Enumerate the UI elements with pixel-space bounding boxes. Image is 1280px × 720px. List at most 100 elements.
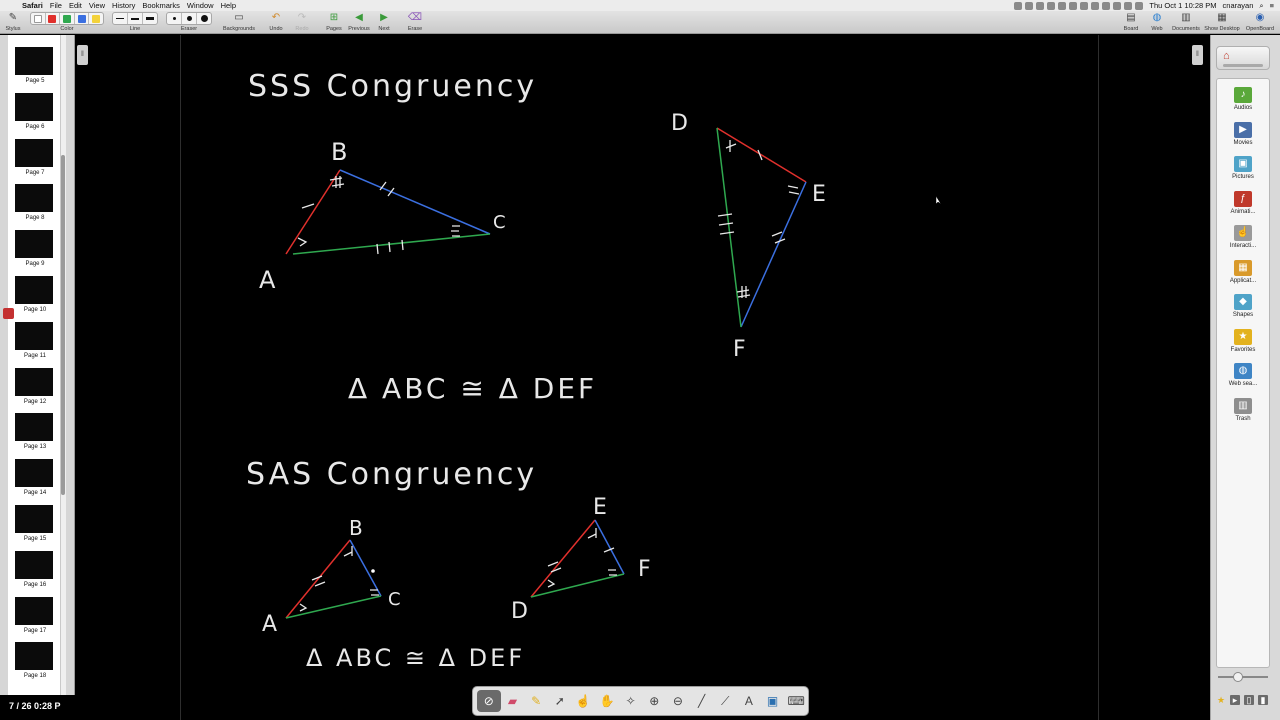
side-ef xyxy=(594,519,625,575)
flash-icon: ƒ xyxy=(1234,190,1252,207)
tick-marks xyxy=(299,546,379,612)
line-tool[interactable]: ╱ xyxy=(690,690,714,712)
pen-tool[interactable]: ⊘ xyxy=(477,690,501,712)
library-breadcrumb-bar xyxy=(1223,64,1263,67)
library-bottom-bar: ★ ▸ ▯ ▮ xyxy=(1216,692,1274,708)
zoom-in-tool[interactable]: ⊕ xyxy=(642,690,666,712)
eraser-tool[interactable]: ▰ xyxy=(501,690,525,712)
mouse-cursor-icon xyxy=(935,195,942,205)
stylus-palette: ⊘ ▰ ✎ ➚ ☝ ✋ ✧ ⊕ ⊖ ╱ ⟋ A ▣ ⌨ xyxy=(472,686,809,716)
library-item-label: Audios xyxy=(1233,105,1253,111)
tick-marks xyxy=(297,176,460,255)
angle-c-mark xyxy=(451,225,460,237)
interactor-tool[interactable]: ☝ xyxy=(572,690,596,712)
sas-triangle-def: E F D xyxy=(511,495,651,624)
angle-a-mark xyxy=(297,237,308,247)
sas-congruence-statement: Δ ABC ≅ Δ DEF xyxy=(306,644,525,672)
audio-icon: ♪ xyxy=(1234,87,1252,103)
library-item-hand[interactable]: ☝ Interacti... xyxy=(1217,225,1269,249)
angle-b-mark xyxy=(343,546,353,557)
zoom-out-icon: ⊖ xyxy=(672,694,683,708)
side-de xyxy=(530,519,596,598)
library-item-picture[interactable]: ▣ Pictures xyxy=(1217,156,1269,180)
side-bc xyxy=(349,539,382,597)
selector-tool[interactable]: ➚ xyxy=(548,690,572,712)
straight-line-tool[interactable]: ⟋ xyxy=(713,690,737,712)
side-df xyxy=(716,127,742,328)
slider-knob[interactable] xyxy=(1233,672,1243,682)
zoom-in-icon: ⊕ xyxy=(649,694,660,708)
picture-icon: ▣ xyxy=(1234,156,1252,172)
keyboard-tool[interactable]: ⌨ xyxy=(784,690,808,712)
sas-title: SAS Congruency xyxy=(246,457,537,492)
hand-tool[interactable]: ✋ xyxy=(595,690,619,712)
delete-item-icon[interactable]: ▮ xyxy=(1258,695,1268,705)
library-item-label: Applicat... xyxy=(1229,277,1257,284)
vertex-label-a: A xyxy=(262,612,277,637)
vertex-label-d: D xyxy=(671,111,688,136)
marker-icon: ✎ xyxy=(531,694,542,708)
tick-marks xyxy=(717,140,800,298)
globe-icon: ◍ xyxy=(1234,363,1252,379)
library-item-label: Favorites xyxy=(1230,346,1256,353)
text-tool[interactable]: A xyxy=(737,690,761,712)
library-item-audio[interactable]: ♪ Audios xyxy=(1217,87,1269,111)
pointer-dot xyxy=(371,569,375,573)
laser-tool[interactable]: ✧ xyxy=(619,690,643,712)
library-item-label: Trash xyxy=(1235,415,1251,422)
sss-congruence-statement: Δ ABC ≅ Δ DEF xyxy=(348,372,597,405)
marker-tool[interactable]: ✎ xyxy=(524,690,548,712)
side-ac xyxy=(285,595,382,619)
library-item-movie[interactable]: ▶ Movies xyxy=(1217,121,1269,146)
tick-ab xyxy=(301,203,315,209)
side-df xyxy=(530,573,625,598)
library-item-shapes[interactable]: ◆ Shapes xyxy=(1217,294,1269,318)
vertex-label-f: F xyxy=(733,337,746,362)
trash-icon: ▥ xyxy=(1234,397,1252,414)
vertex-label-d: D xyxy=(511,599,528,624)
zoom-out-tool[interactable]: ⊖ xyxy=(666,690,690,712)
vertex-label-e: E xyxy=(593,495,607,520)
library-item-flash[interactable]: ƒ Animati... xyxy=(1217,190,1269,215)
vertex-label-c: C xyxy=(388,589,401,610)
side-ac xyxy=(292,233,491,255)
text-icon: A xyxy=(744,694,753,708)
vertex-label-b: B xyxy=(349,516,363,540)
sss-title: SSS Congruency xyxy=(248,69,537,104)
home-icon: ⌂ xyxy=(1223,50,1230,62)
favorite-star-icon[interactable]: ★ xyxy=(1216,695,1226,705)
library-item-star[interactable]: ★ Favorites xyxy=(1217,328,1269,353)
capture-tool[interactable]: ▣ xyxy=(761,690,785,712)
angle-f-mark xyxy=(736,286,751,298)
library-item-label: Interacti... xyxy=(1229,243,1257,249)
side-ef xyxy=(740,181,807,328)
sas-triangle-abc: B C A xyxy=(262,516,401,637)
vertex-label-f: F xyxy=(638,557,651,582)
line-icon: ╱ xyxy=(697,694,706,708)
hand-icon: ✋ xyxy=(599,694,615,708)
side-bc xyxy=(339,169,491,235)
library-item-label: Animati... xyxy=(1230,208,1256,215)
keyboard-icon: ⌨ xyxy=(787,694,805,708)
movie-icon: ▶ xyxy=(1234,121,1252,138)
library-item-trash[interactable]: ▥ Trash xyxy=(1217,397,1269,422)
library-item-label: Movies xyxy=(1233,139,1253,146)
straight-line-icon: ⟋ xyxy=(721,693,730,708)
board-drawing: SSS Congruency B C A D E F Δ ABC ≅ Δ DEF… xyxy=(246,69,942,672)
library-item-apps[interactable]: ▦ Applicat... xyxy=(1217,259,1269,284)
tick-ac xyxy=(376,239,404,255)
library-home-button[interactable]: ⌂ xyxy=(1216,46,1270,70)
library-zoom-slider[interactable] xyxy=(1218,672,1268,682)
sss-triangle-abc: B C A xyxy=(259,138,506,294)
library-item-label: Shapes xyxy=(1232,312,1254,318)
vertex-label-c: C xyxy=(493,212,506,233)
library-item-globe[interactable]: ◍ Web sea... xyxy=(1217,363,1269,387)
angle-d-mark xyxy=(547,579,556,588)
vertex-label-a: A xyxy=(259,266,276,294)
new-folder-icon[interactable]: ▯ xyxy=(1244,695,1254,705)
side-ab xyxy=(285,539,351,619)
arrow-icon: ➚ xyxy=(554,694,565,708)
side-de xyxy=(716,127,807,183)
angle-d-mark xyxy=(725,140,737,152)
add-to-board-icon[interactable]: ▸ xyxy=(1230,695,1240,705)
